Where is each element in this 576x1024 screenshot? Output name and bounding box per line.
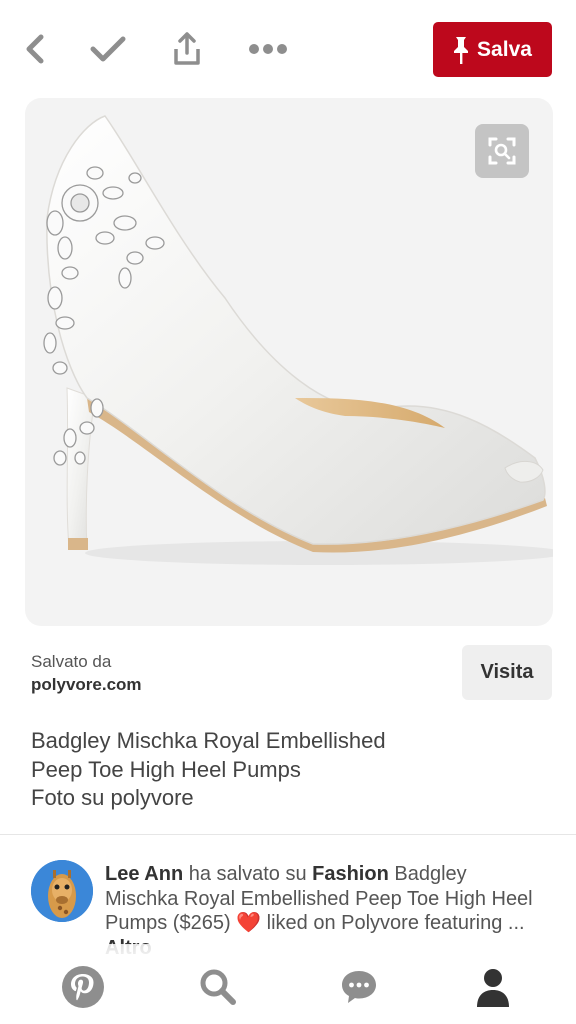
- heart-icon: ❤️: [236, 912, 262, 934]
- activity-text: Lee Ann ha salvato su Fashion Badgley Mi…: [105, 862, 545, 954]
- share-icon[interactable]: [162, 24, 212, 74]
- activity-user[interactable]: Lee Ann: [105, 863, 183, 885]
- pin-image[interactable]: [25, 98, 553, 626]
- description-line: Badgley Mischka Royal Embellished: [31, 728, 386, 753]
- activity-cut-text: liked on Polyvore featuring ...: [261, 912, 525, 934]
- check-icon[interactable]: [83, 24, 133, 74]
- avatar[interactable]: [31, 860, 93, 922]
- activity-board[interactable]: Fashion: [312, 863, 389, 885]
- saved-from-label: Salvato da: [31, 652, 112, 671]
- pin-description: Badgley Mischka Royal Embellished Peep T…: [31, 727, 531, 813]
- bottom-nav: [0, 944, 576, 1024]
- more-dots-icon[interactable]: [243, 24, 293, 74]
- source-domain[interactable]: polyvore.com: [31, 675, 142, 695]
- description-line: Peep Toe High Heel Pumps: [31, 756, 301, 782]
- shoe-illustration: [43, 115, 553, 565]
- visual-search-icon[interactable]: [475, 124, 529, 178]
- chevron-left-icon[interactable]: [10, 24, 60, 74]
- search-icon[interactable]: [193, 962, 243, 1012]
- messages-icon[interactable]: [334, 962, 384, 1012]
- save-button-label: Salva: [477, 37, 532, 61]
- activity-action: ha salvato su: [183, 863, 313, 885]
- visit-button[interactable]: Visita: [462, 645, 552, 700]
- pinterest-home-icon[interactable]: [58, 962, 108, 1012]
- top-toolbar: Salva: [0, 0, 576, 98]
- pushpin-icon: [454, 36, 469, 64]
- save-button[interactable]: Salva: [433, 22, 552, 77]
- divider: [0, 834, 576, 835]
- description-line: Foto su polyvore: [31, 785, 194, 810]
- profile-icon[interactable]: [468, 962, 518, 1012]
